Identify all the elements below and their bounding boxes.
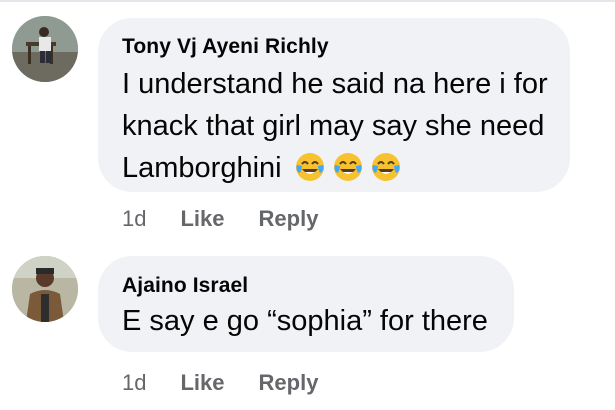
avatar[interactable] <box>12 16 78 82</box>
avatar[interactable] <box>12 256 78 322</box>
reply-button[interactable]: Reply <box>259 370 319 396</box>
reply-button[interactable]: Reply <box>259 206 319 232</box>
comment-actions: 1d Like Reply <box>122 206 352 232</box>
comment-timestamp[interactable]: 1d <box>122 370 146 396</box>
comment-text-line: Lamborghini <box>122 147 570 195</box>
comment-text-segment: Lamborghini <box>122 152 282 184</box>
comment-text-line: E say e go “sophia” for there <box>122 305 488 337</box>
comment-author[interactable]: Ajaino Israel <box>122 274 514 298</box>
comment-text-line: knack that girl may say she need <box>122 110 545 142</box>
face-with-tears-of-joy-icon <box>371 153 400 181</box>
comment-text: I understand he said na here i for knack… <box>122 63 570 195</box>
face-with-tears-of-joy-icon <box>333 153 362 181</box>
like-button[interactable]: Like <box>180 370 224 396</box>
comment-text-line: I understand he said na here i for <box>122 68 548 100</box>
like-button[interactable]: Like <box>180 206 224 232</box>
comment-actions: 1d Like Reply <box>122 370 352 396</box>
comment-timestamp[interactable]: 1d <box>122 206 146 232</box>
emoji-group <box>294 151 408 195</box>
comment-author[interactable]: Tony Vj Ayeni Richly <box>122 35 570 59</box>
comment-bubble: Ajaino Israel E say e go “sophia” for th… <box>98 256 514 352</box>
face-with-tears-of-joy-icon <box>295 153 324 181</box>
comment-text: E say e go “sophia” for there <box>122 300 514 342</box>
comment-bubble: Tony Vj Ayeni Richly I understand he sai… <box>98 18 570 192</box>
divider-line <box>0 0 615 2</box>
